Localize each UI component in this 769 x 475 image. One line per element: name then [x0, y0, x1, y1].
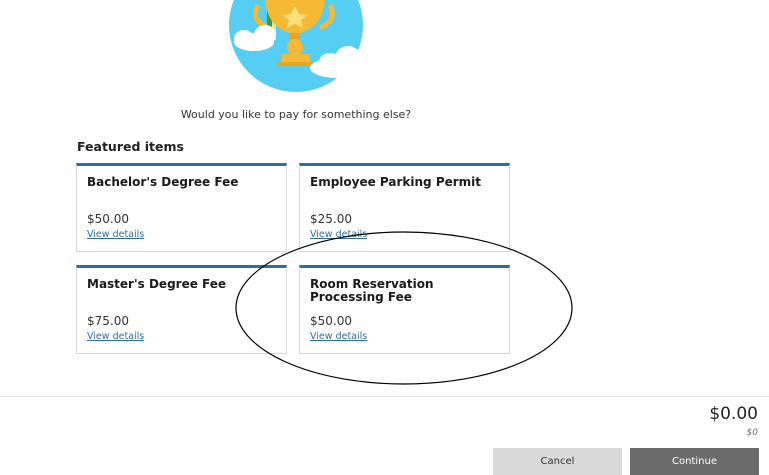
- featured-item-card[interactable]: Master's Degree Fee $75.00 View details: [76, 265, 287, 354]
- item-name: Room Reservation Processing Fee: [310, 277, 434, 304]
- item-price: $50.00: [87, 212, 129, 226]
- item-name: Bachelor's Degree Fee: [87, 175, 239, 189]
- view-details-link[interactable]: View details: [87, 331, 144, 342]
- footer-divider: [0, 396, 769, 397]
- item-name: Master's Degree Fee: [87, 277, 227, 291]
- cancel-button[interactable]: Cancel: [493, 448, 622, 475]
- featured-item-card[interactable]: Employee Parking Permit $25.00 View deta…: [299, 163, 510, 252]
- featured-items-heading: Featured items: [77, 139, 184, 154]
- item-price: $25.00: [310, 212, 352, 226]
- total-amount: $0.00: [709, 404, 758, 424]
- view-details-link[interactable]: View details: [310, 331, 367, 342]
- view-details-link[interactable]: View details: [310, 229, 367, 240]
- item-price: $75.00: [87, 314, 129, 328]
- pay-more-prompt: Would you like to pay for something else…: [180, 108, 412, 121]
- view-details-link[interactable]: View details: [87, 229, 144, 240]
- trophy-illustration: [210, 0, 380, 95]
- item-price: $50.00: [310, 314, 352, 328]
- featured-item-card[interactable]: Bachelor's Degree Fee $50.00 View detail…: [76, 163, 287, 252]
- item-name: Employee Parking Permit: [310, 175, 482, 189]
- continue-button[interactable]: Continue: [630, 448, 759, 475]
- subtotal-amount: $0: [746, 428, 758, 438]
- featured-item-card[interactable]: Room Reservation Processing Fee $50.00 V…: [299, 265, 510, 354]
